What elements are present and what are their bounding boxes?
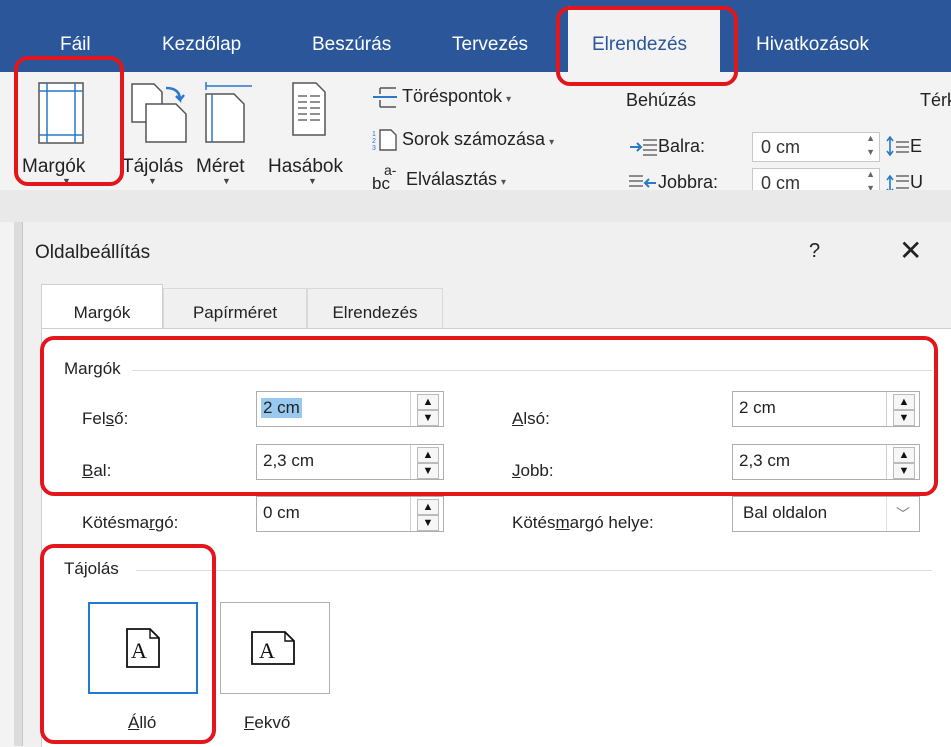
close-icon[interactable]: ✕ bbox=[899, 234, 922, 267]
size-label: Méret bbox=[196, 156, 245, 177]
breaks-icon bbox=[373, 87, 397, 108]
svg-text:1: 1 bbox=[372, 131, 376, 138]
landscape-page-icon: A bbox=[251, 631, 295, 665]
landscape-option[interactable]: A bbox=[220, 602, 330, 694]
spacing-before-label: E bbox=[910, 136, 923, 156]
spacing-before-icon bbox=[886, 135, 909, 157]
breaks-button[interactable]: Töréspontok ▾ bbox=[372, 86, 511, 108]
size-button[interactable]: Méret ▼ bbox=[196, 72, 266, 186]
tab-layout-settings[interactable]: Elrendezés bbox=[307, 288, 443, 328]
gutter-spinner[interactable]: ▲ ▼ bbox=[410, 497, 443, 531]
dialog-shadow bbox=[14, 222, 22, 746]
tab-paper-size[interactable]: Papírméret bbox=[163, 288, 307, 328]
columns-button[interactable]: Hasábok ▼ bbox=[268, 72, 362, 186]
hyphenation-icon: a- bc bbox=[372, 162, 402, 193]
tab-references[interactable]: Hivatkozások bbox=[756, 34, 869, 56]
ribbon-tab-bar: Fáil Kezdőlap Beszúrás Tervezés Elrendez… bbox=[0, 0, 951, 76]
orientation-icon bbox=[131, 83, 187, 143]
svg-text:3: 3 bbox=[372, 145, 376, 152]
highlight-margins-button bbox=[14, 56, 124, 186]
spacing-before-row: E bbox=[886, 135, 923, 158]
indent-group-title: Behúzás bbox=[626, 90, 697, 110]
tab-home[interactable]: Kezdőlap bbox=[162, 34, 241, 56]
indent-left-label-row: Balra: bbox=[628, 136, 705, 157]
caret-down-icon: ▾ bbox=[549, 136, 555, 148]
gutter-value: 0 cm bbox=[263, 503, 300, 522]
tab-margins[interactable]: Margók bbox=[41, 284, 163, 328]
chevron-down-icon[interactable]: ﹀ bbox=[886, 497, 919, 531]
indent-left-input[interactable]: 0 cm ▲ ▼ bbox=[752, 132, 880, 162]
spacing-after-label: U bbox=[910, 172, 923, 192]
indent-right-label: Jobbra: bbox=[658, 172, 719, 192]
spinner-icon[interactable]: ▲ ▼ bbox=[866, 131, 875, 159]
gutter-position-select[interactable]: Bal oldalon ﹀ bbox=[732, 496, 920, 532]
highlight-orientation-group bbox=[40, 544, 216, 744]
chevron-down-icon: ▼ bbox=[222, 176, 231, 186]
columns-label: Hasábok bbox=[268, 156, 343, 177]
chevron-down-icon: ▼ bbox=[148, 176, 157, 186]
svg-text:2: 2 bbox=[372, 138, 376, 145]
tab-file[interactable]: Fáil bbox=[60, 34, 91, 56]
landscape-page-glyph: A bbox=[259, 638, 275, 663]
dialog-title: Oldalbeállítás bbox=[35, 242, 151, 263]
line-numbers-icon: 1 2 3 bbox=[372, 129, 397, 152]
help-button[interactable]: ? bbox=[809, 240, 820, 263]
spin-down-icon[interactable]: ▼ bbox=[417, 515, 439, 531]
caret-down-icon: ▾ bbox=[501, 176, 507, 188]
gutter-label: Kötésmargó: bbox=[82, 513, 179, 532]
breaks-label: Töréspontok bbox=[402, 86, 503, 106]
hyphenation-label: Elválasztás bbox=[406, 168, 498, 189]
spacing-group-title: Térkö bbox=[920, 90, 951, 110]
spin-up-icon[interactable]: ▲ bbox=[417, 499, 439, 515]
line-numbers-label: Sorok számozása bbox=[402, 128, 546, 149]
ribbon-layout-panel: Margók ▼ Tájolás ▼ Méret ▼ Hasábok ▼ Tör… bbox=[0, 72, 951, 198]
size-icon bbox=[205, 82, 252, 143]
line-numbers-button[interactable]: 1 2 3 Sorok számozása ▾ bbox=[372, 128, 554, 152]
gutter-position-value: Bal oldalon bbox=[743, 503, 828, 522]
highlight-layout-tab bbox=[556, 6, 738, 86]
gutter-position-label: Kötésmargó helye: bbox=[512, 513, 654, 532]
indent-left-label: Balra: bbox=[658, 136, 706, 156]
hyphenation-button[interactable]: a- bc Elválasztás ▾ bbox=[372, 162, 507, 193]
tab-design[interactable]: Tervezés bbox=[452, 34, 528, 56]
chevron-down-icon: ▼ bbox=[308, 176, 317, 186]
tab-insert[interactable]: Beszúrás bbox=[312, 34, 391, 56]
caret-down-icon: ▾ bbox=[506, 94, 512, 105]
gutter-field[interactable]: 0 cm ▲ ▼ bbox=[256, 496, 444, 532]
landscape-label: Fekvő bbox=[244, 713, 291, 732]
indent-left-value: 0 cm bbox=[761, 137, 801, 157]
orientation-label: Tájolás bbox=[122, 156, 184, 177]
columns-icon bbox=[292, 82, 326, 136]
ribbon-bottom-band bbox=[0, 190, 951, 222]
highlight-margins-group bbox=[40, 336, 938, 496]
group-divider bbox=[136, 570, 932, 571]
indent-left-icon bbox=[630, 139, 657, 156]
